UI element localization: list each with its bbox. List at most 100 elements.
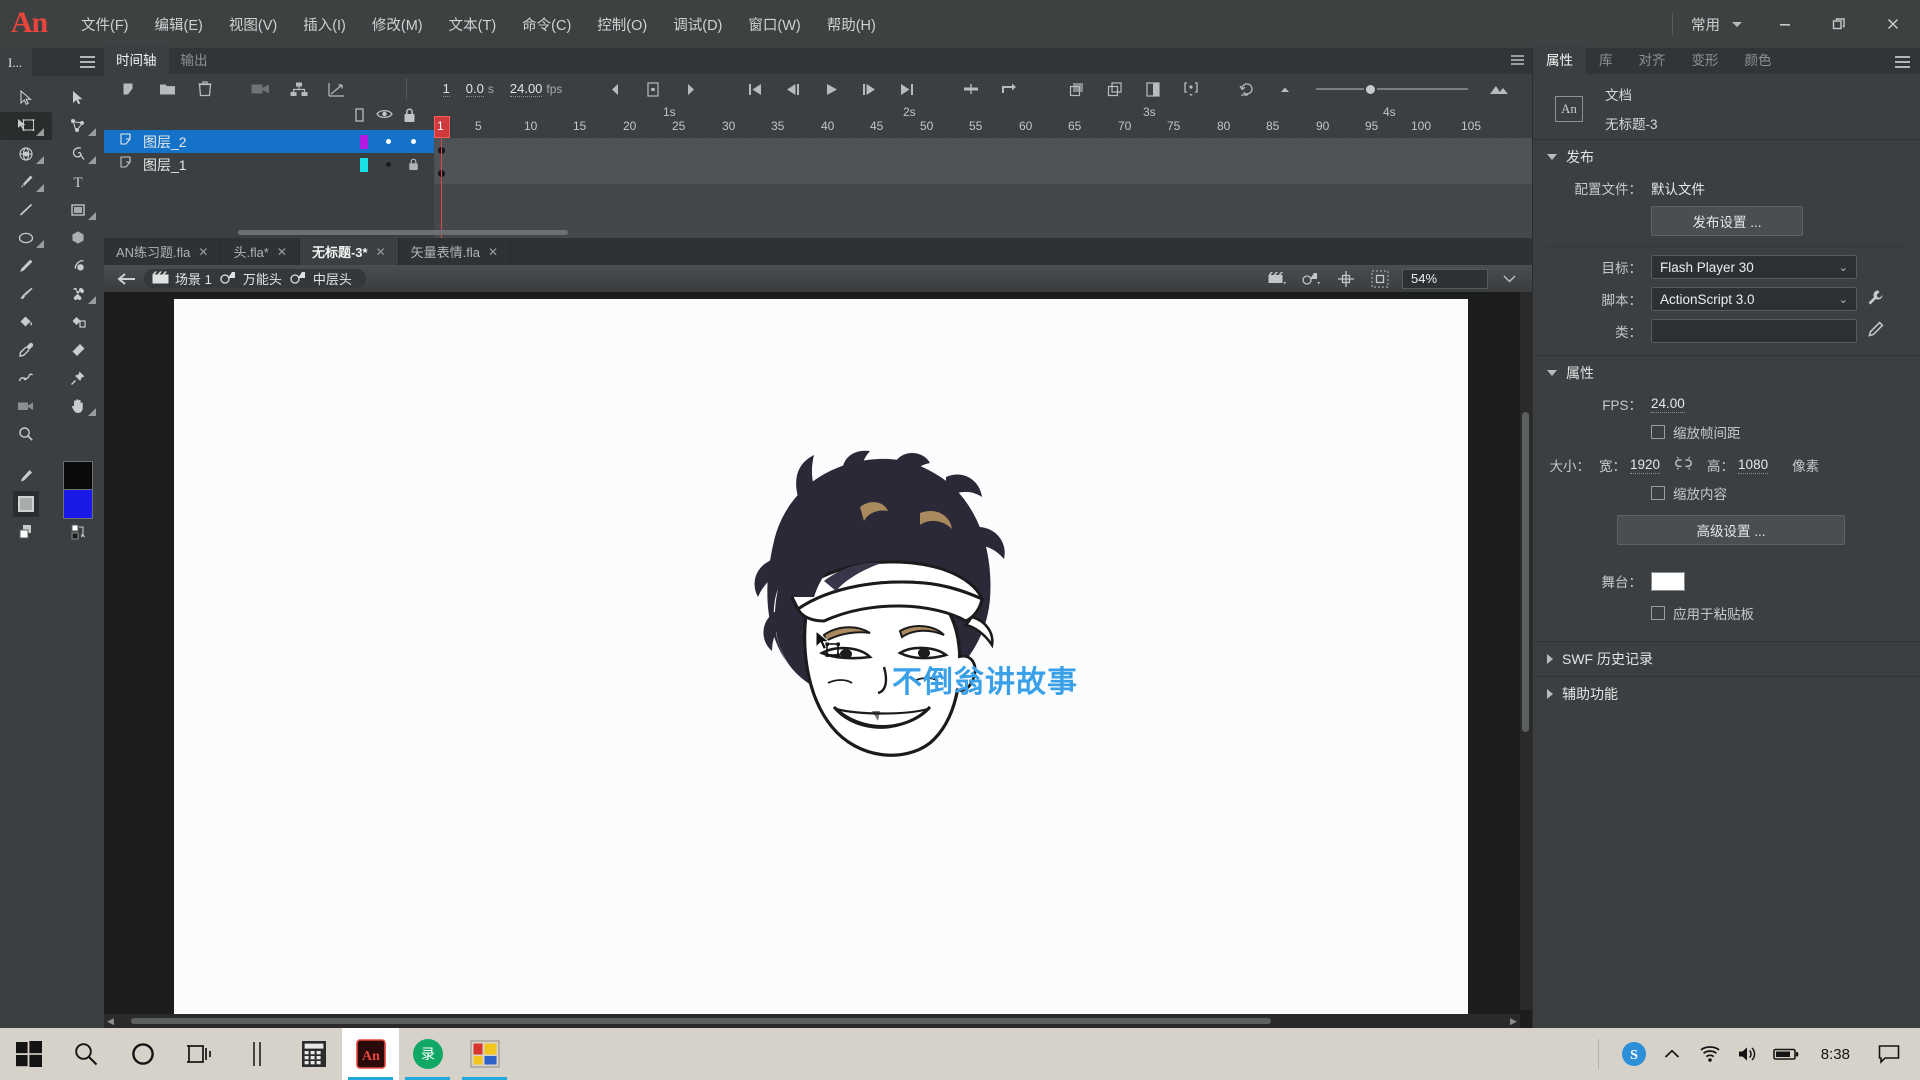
layer-row-1[interactable]: 图层_2 — [104, 130, 434, 153]
magic-wand-tool[interactable] — [52, 140, 104, 168]
lock-icon[interactable] — [397, 108, 422, 126]
camera-icon[interactable] — [250, 78, 272, 100]
breadcrumb-symbol-2[interactable]: 中层头 — [290, 269, 352, 288]
wrench-icon[interactable] — [1867, 289, 1884, 309]
clip-content-icon[interactable] — [1368, 268, 1392, 290]
document-tab-4[interactable]: 矢量表情.fla ✕ — [399, 238, 512, 265]
layer-lock-toggle[interactable] — [401, 158, 426, 171]
current-frame-value[interactable]: 1 — [442, 81, 450, 97]
next-frame-icon[interactable] — [858, 78, 880, 100]
oval-tool[interactable] — [0, 224, 52, 252]
chevron-down-icon[interactable] — [1547, 370, 1557, 376]
onion-skin-icon[interactable] — [1066, 78, 1088, 100]
timeline-menu-icon[interactable] — [1511, 55, 1524, 65]
go-to-start-icon[interactable] — [744, 78, 766, 100]
frame-column-icon[interactable] — [347, 108, 372, 126]
back-arrow-icon[interactable] — [112, 272, 140, 286]
fill-color-box[interactable] — [0, 490, 52, 518]
tab-align[interactable]: 对齐 — [1626, 45, 1679, 74]
zoom-level-input[interactable]: 54% — [1402, 268, 1488, 289]
polystar-tool[interactable] — [52, 224, 104, 252]
free-transform-tool[interactable] — [0, 112, 52, 140]
width-tool[interactable] — [0, 364, 52, 392]
close-icon[interactable]: ✕ — [376, 245, 386, 259]
menu-view[interactable]: 视图(V) — [216, 8, 290, 41]
minimize-button[interactable] — [1758, 0, 1812, 48]
workspace-switcher[interactable]: 常用 — [1691, 14, 1720, 35]
tab-transform[interactable]: 变形 — [1679, 45, 1732, 74]
subselection-tool[interactable] — [52, 84, 104, 112]
frame-row-layer-1[interactable] — [434, 138, 1532, 161]
search-button[interactable] — [57, 1028, 114, 1080]
screen-recorder-app[interactable]: 录 — [399, 1028, 456, 1080]
zoom-tool[interactable] — [0, 420, 52, 448]
delete-layer-icon[interactable] — [194, 78, 216, 100]
cortana-button[interactable] — [114, 1028, 171, 1080]
step-back-icon[interactable] — [604, 78, 626, 100]
scale-spacing-checkbox[interactable] — [1651, 425, 1665, 439]
timeline-ruler[interactable]: 1s 2s 3s 4s 1 5 10 15 20 25 30 35 40 45 … — [434, 104, 1532, 138]
publish-section-header[interactable]: 发布 — [1533, 139, 1920, 174]
swf-history-section-header[interactable]: SWF 历史记录 — [1533, 641, 1920, 676]
layer-name[interactable]: 图层_1 — [143, 155, 187, 175]
fps-value[interactable]: 24.00 — [509, 81, 543, 97]
width-value[interactable]: 1920 — [1630, 457, 1661, 474]
easing-icon[interactable] — [326, 78, 348, 100]
chevron-down-icon[interactable] — [1547, 154, 1557, 160]
menu-file[interactable]: 文件(F) — [68, 8, 142, 41]
play-icon[interactable] — [820, 78, 842, 100]
loop-range-icon[interactable] — [998, 78, 1020, 100]
ink-bottle-tool[interactable] — [52, 308, 104, 336]
default-colors-icon[interactable] — [0, 518, 52, 546]
time-value[interactable]: 0.0 — [465, 81, 484, 97]
rectangle-tool[interactable] — [52, 196, 104, 224]
accessibility-section-header[interactable]: 辅助功能 — [1533, 676, 1920, 711]
modify-onion-markers-icon[interactable] — [1180, 78, 1202, 100]
clock[interactable]: 8:38 — [1807, 1046, 1864, 1063]
timeline-frames[interactable]: 1s 2s 3s 4s 1 5 10 15 20 25 30 35 40 45 … — [434, 104, 1532, 238]
action-center-icon[interactable] — [1868, 1028, 1910, 1080]
menu-commands[interactable]: 命令(C) — [509, 8, 584, 41]
document-tab-1[interactable]: AN练习题.fla ✕ — [104, 238, 222, 265]
target-select[interactable]: Flash Player 30 ⌄ — [1651, 255, 1857, 279]
tab-output[interactable]: 输出 — [169, 45, 220, 74]
lasso-tool[interactable] — [52, 112, 104, 140]
menu-text[interactable]: 文本(T) — [436, 8, 510, 41]
class-input[interactable] — [1651, 319, 1857, 343]
text-tool[interactable]: T — [52, 168, 104, 196]
eyedropper-tool[interactable] — [0, 336, 52, 364]
task-view-button[interactable] — [171, 1028, 228, 1080]
menu-edit[interactable]: 编辑(E) — [142, 8, 216, 41]
onion-skin-outline-icon[interactable] — [1104, 78, 1126, 100]
chevron-down-icon[interactable] — [1498, 274, 1520, 283]
layer-outline-color[interactable] — [351, 157, 376, 172]
camera-tool[interactable] — [0, 392, 52, 420]
tab-timeline[interactable]: 时间轴 — [104, 45, 169, 74]
edit-multiple-frames-icon[interactable] — [1142, 78, 1164, 100]
publish-settings-button[interactable]: 发布设置 ... — [1651, 206, 1803, 236]
brush-tool[interactable] — [0, 280, 52, 308]
go-to-end-icon[interactable] — [896, 78, 918, 100]
adobe-animate-app[interactable]: An — [342, 1028, 399, 1080]
step-forward-icon[interactable] — [680, 78, 702, 100]
pencil-tool[interactable] — [0, 252, 52, 280]
swap-colors-icon[interactable] — [52, 518, 104, 546]
hand-tool[interactable] — [52, 392, 104, 420]
edit-symbols-icon[interactable] — [1300, 268, 1324, 290]
start-button[interactable] — [0, 1028, 57, 1080]
advanced-settings-button[interactable]: 高级设置 ... — [1617, 515, 1845, 545]
image-editor-app[interactable] — [456, 1028, 513, 1080]
eraser-tool[interactable] — [52, 336, 104, 364]
script-select[interactable]: ActionScript 3.0 ⌄ — [1651, 287, 1857, 311]
calculator-app[interactable] — [285, 1028, 342, 1080]
frames-grid[interactable] — [434, 138, 1532, 238]
menu-debug[interactable]: 调试(D) — [660, 8, 735, 41]
brand-text[interactable]: 不倒翁讲故事 — [892, 657, 1078, 701]
large-frames-icon[interactable] — [1488, 78, 1510, 100]
breadcrumb-scene[interactable]: 场景 1 — [152, 269, 212, 288]
stroke-pencil-icon[interactable] — [0, 462, 52, 490]
volume-icon[interactable] — [1731, 1028, 1765, 1080]
paint-brush-tool[interactable] — [52, 252, 104, 280]
battery-icon[interactable] — [1769, 1028, 1803, 1080]
pasteboard-checkbox[interactable] — [1651, 606, 1665, 620]
